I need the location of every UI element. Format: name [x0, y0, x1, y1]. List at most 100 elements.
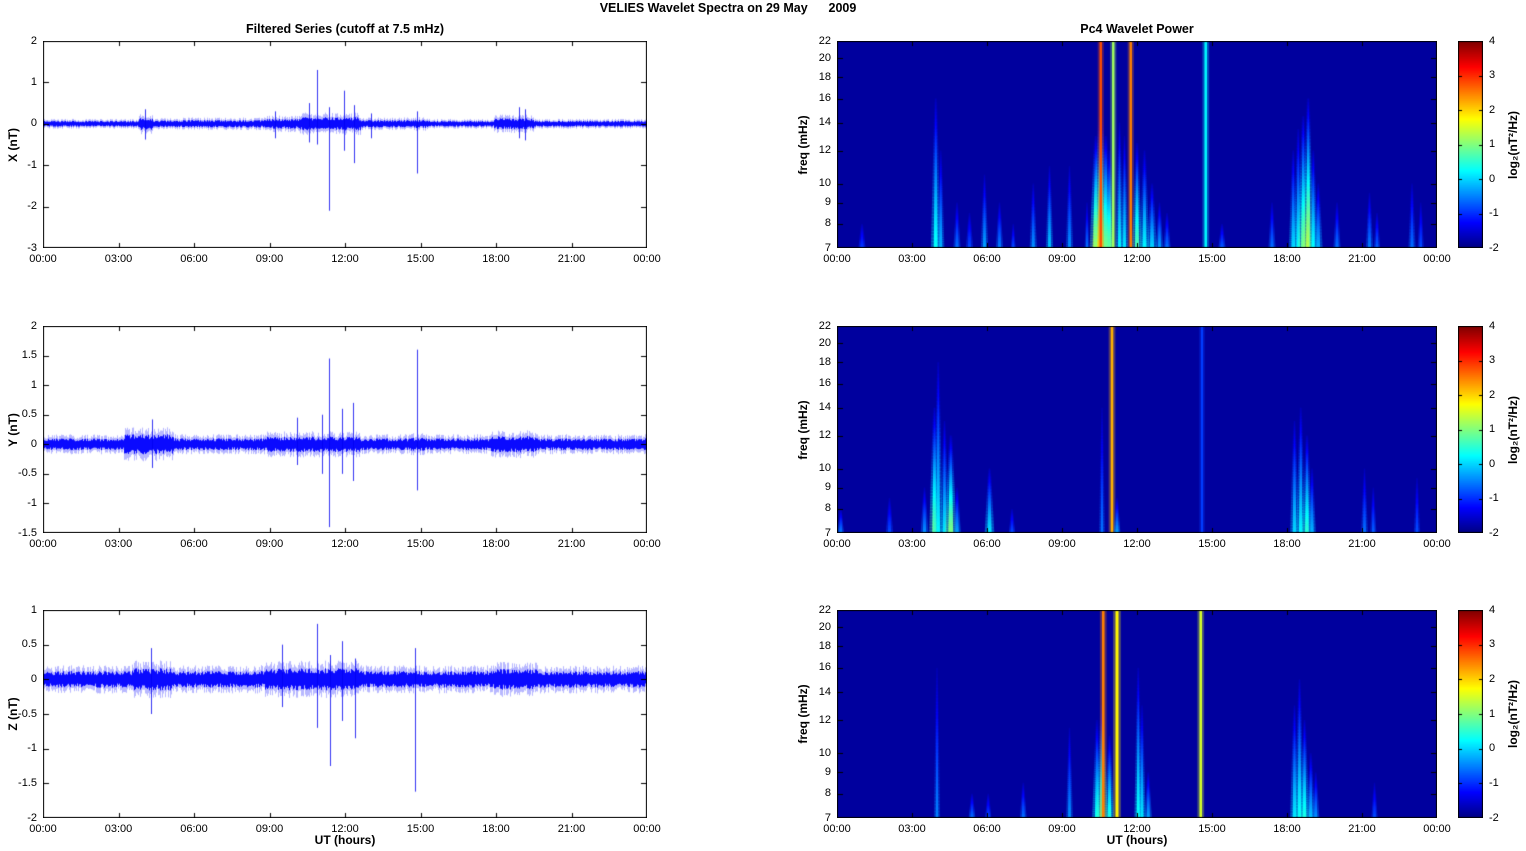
x-tick-label: 15:00	[406, 538, 435, 550]
x-tick-label: 00:00	[29, 538, 57, 550]
y-tick-label: -3	[27, 241, 37, 254]
colorbar-canvas-y	[1458, 326, 1483, 533]
y-tick-label: -1	[27, 496, 37, 509]
freq-tick-label: 7	[824, 526, 831, 539]
x-tick-label: 21:00	[557, 538, 586, 550]
x-tick-label: 00:00	[633, 538, 661, 550]
y-tick-label: 0	[30, 117, 37, 130]
x-tick-label: 21:00	[557, 253, 586, 265]
x-tick-label: 18:00	[482, 538, 510, 550]
freq-tick-label: 16	[818, 377, 831, 390]
colorbar-tick-label: -1	[1489, 492, 1499, 504]
colorbar-tick-label: 0	[1489, 742, 1496, 755]
spectrogram-panel-y	[837, 326, 1437, 533]
freq-tick-label: 12	[818, 429, 831, 442]
colorbar-tick-label: -2	[1489, 241, 1499, 254]
colorbar-label-z: log₂(nT²/Hz)	[1506, 680, 1520, 748]
x-tick-label: 12:00	[331, 538, 359, 550]
x-tick-label: 06:00	[180, 253, 208, 265]
spectrogram-canvas-z	[837, 610, 1437, 818]
figure: VELIES Wavelet Spectra on 29 May 2009 Fi…	[0, 0, 1526, 851]
colorbar-tick-label: 2	[1489, 388, 1496, 401]
freq-tick-label: 10	[818, 746, 831, 759]
right-column-title: Pc4 Wavelet Power	[1080, 22, 1194, 36]
freq-tick-label: 16	[818, 661, 831, 674]
colorbar-tick-label: 0	[1489, 457, 1496, 470]
freq-tick-label: 8	[824, 217, 831, 230]
y-tick-label: 1.5	[21, 349, 37, 362]
x-tick-label: 15:00	[1198, 538, 1226, 550]
x-tick-label: 06:00	[973, 538, 1001, 550]
x-tick-label: 15:00	[1198, 253, 1226, 265]
colorbar-tick-label: 3	[1489, 638, 1496, 651]
x-tick-label: 06:00	[180, 538, 208, 550]
x-tick-label: 00:00	[633, 823, 661, 835]
x-tick-label: 09:00	[1048, 823, 1076, 835]
colorbar-tick-label: 3	[1489, 69, 1496, 81]
y-tick-label: 1	[30, 75, 37, 88]
colorbar-tick-label: 4	[1489, 34, 1496, 47]
xaxis-label-right: UT (hours)	[1106, 833, 1168, 847]
colorbar-tick-label: -2	[1489, 526, 1499, 539]
freq-tick-label: 12	[818, 144, 831, 157]
x-tick-label: 21:00	[1348, 823, 1376, 835]
y-tick-label: 1	[30, 603, 37, 616]
colorbar-tick-label: 2	[1489, 103, 1496, 116]
y-tick-label: 0.5	[21, 638, 37, 651]
colorbar-canvas-z	[1458, 610, 1483, 818]
y-tick-label: -0.5	[18, 707, 37, 720]
y-tick-label: 0.5	[21, 408, 37, 421]
freq-tick-label: 20	[818, 336, 831, 349]
y-tick-label: 2	[30, 34, 37, 47]
x-tick-label: 00:00	[1423, 538, 1451, 550]
x-tick-label: 12:00	[1123, 823, 1151, 835]
freq-tick-label: 18	[818, 70, 831, 83]
freq-tick-label: 9	[824, 481, 831, 494]
y-tick-label: 0	[30, 437, 37, 450]
left-column-title: Filtered Series (cutoff at 7.5 mHz)	[246, 22, 444, 36]
x-tick-label: 03:00	[898, 823, 926, 835]
x-tick-label: 00:00	[633, 253, 661, 265]
colorbar-z	[1458, 610, 1483, 818]
freq-tick-label: 18	[818, 639, 831, 652]
x-tick-label: 12:00	[331, 823, 359, 835]
colorbar-tick-label: 1	[1489, 423, 1496, 435]
freq-tick-label: 8	[824, 787, 831, 800]
x-tick-label: 15:00	[1198, 823, 1226, 835]
x-tick-label: 06:00	[973, 823, 1001, 835]
colorbar-tick-label: 1	[1489, 138, 1496, 150]
x-tick-label: 21:00	[557, 823, 586, 835]
timeseries-canvas-y	[43, 326, 647, 533]
x-tick-label: 21:00	[1348, 538, 1376, 550]
freq-tick-label: 7	[824, 241, 831, 254]
y-tick-label: -2	[27, 811, 37, 824]
x-tick-label: 12:00	[1123, 538, 1151, 550]
x-tick-label: 09:00	[1048, 253, 1076, 265]
freq-tick-label: 22	[818, 603, 831, 616]
freq-tick-label: 18	[818, 355, 831, 368]
x-tick-label: 03:00	[104, 823, 133, 835]
x-tick-label: 03:00	[898, 253, 926, 265]
x-tick-label: 00:00	[823, 253, 851, 265]
colorbar-tick-label: 3	[1489, 354, 1496, 366]
colorbar-tick-label: -1	[1489, 776, 1499, 789]
freq-tick-label: 9	[824, 765, 831, 778]
colorbar-tick-label: 1	[1489, 707, 1496, 720]
y-tick-label: -1	[27, 158, 37, 171]
spectrogram-canvas-y	[837, 326, 1437, 533]
x-tick-label: 00:00	[29, 253, 57, 265]
colorbar-tick-label: -2	[1489, 811, 1499, 824]
x-tick-label: 00:00	[1423, 253, 1451, 265]
x-tick-label: 21:00	[1348, 253, 1376, 265]
x-tick-label: 18:00	[482, 253, 510, 265]
x-tick-label: 12:00	[1123, 253, 1151, 265]
freq-tick-label: 10	[818, 177, 831, 190]
xaxis-label-left: UT (hours)	[314, 833, 376, 847]
freq-tick-label: 14	[818, 685, 831, 698]
y-tick-label: 1	[30, 378, 37, 391]
y-tick-label: -0.5	[18, 467, 37, 480]
x-tick-label: 06:00	[973, 253, 1001, 265]
colorbar-tick-label: 2	[1489, 672, 1496, 685]
y-tick-label: -1	[27, 742, 37, 755]
ylabel-x: X (nT)	[6, 127, 20, 162]
